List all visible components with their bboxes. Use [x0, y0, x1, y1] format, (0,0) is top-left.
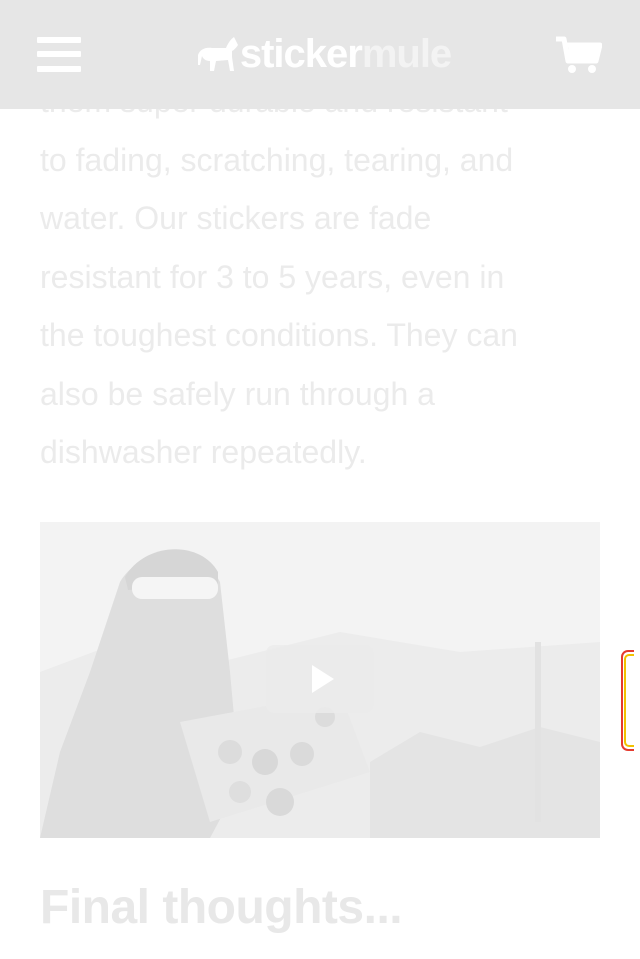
hamburger-icon[interactable]: [37, 35, 83, 75]
paragraph-line: water. Our stickers are fade: [40, 200, 432, 236]
logo-text: stickermule: [239, 32, 452, 77]
logo-mule: mule: [361, 32, 452, 76]
article-paragraph: them super durable and resistant to fadi…: [40, 72, 600, 482]
paragraph-line: also be safely run through a: [40, 375, 435, 412]
cart-icon[interactable]: [556, 35, 602, 75]
section-heading: Final thoughts...: [40, 881, 403, 934]
paragraph-line: dishwasher repeatedly.: [40, 434, 367, 470]
paragraph-line: the toughest conditions. They can: [40, 317, 518, 353]
logo[interactable]: stickermule: [196, 32, 452, 77]
article-body: them super durable and resistant to fadi…: [40, 72, 600, 482]
site-header: stickermule: [0, 0, 640, 109]
paragraph-line: to fading, scratching, tearing, and: [40, 141, 514, 178]
mule-icon: [197, 36, 238, 71]
logo-sticker: sticker: [239, 32, 363, 76]
paragraph-line: resistant for 3 to 5 years, even in: [40, 258, 505, 295]
side-feedback-tab[interactable]: [621, 650, 634, 751]
play-icon[interactable]: [266, 645, 374, 713]
